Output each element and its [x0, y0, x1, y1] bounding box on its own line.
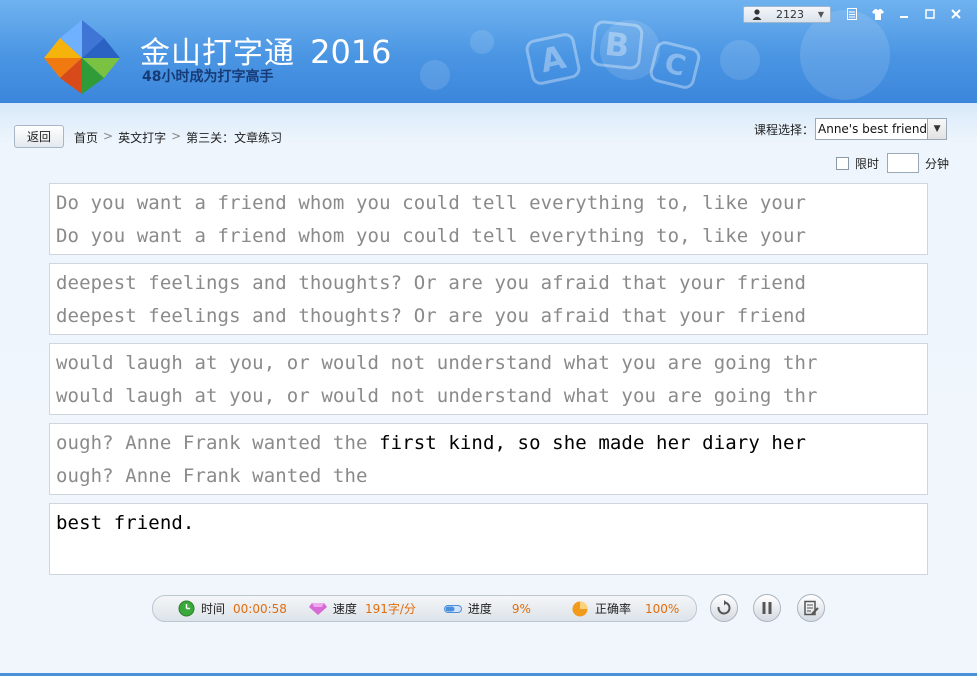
main-content: 返回 首页 > 英文打字 > 第三关：文章练习 课程选择： Anne's bes…: [0, 103, 977, 676]
typed-line[interactable]: Do you want a friend whom you could tell…: [56, 225, 806, 247]
progress-pill-icon: [443, 600, 462, 618]
time-limit-checkbox[interactable]: [836, 156, 849, 170]
typed-line[interactable]: ough? Anne Frank wanted the: [56, 465, 368, 487]
typing-line-panel[interactable]: Do you want a friend whom you could tell…: [49, 183, 928, 255]
source-pending-text: first kind, so she made her diary her: [379, 432, 807, 454]
source-done-text: ough? Anne Frank wanted the: [56, 432, 380, 454]
stat-speed-label: 速度: [332, 602, 357, 616]
course-selected-value: Anne's best friend: [818, 122, 928, 136]
typing-line-panel[interactable]: best friend.: [49, 503, 928, 575]
source-done-text: would laugh at you, or would not underst…: [56, 352, 818, 374]
stat-time: 时间 00:00:58: [177, 600, 287, 618]
breadcrumb-separator: >: [171, 129, 182, 143]
source-done-text: Do you want a friend whom you could tell…: [56, 192, 807, 214]
stat-progress: 进度 9%: [443, 600, 531, 618]
app-header: A B C 金山打字通 2016 48小时成为打字高手 2123 ▼: [0, 0, 977, 103]
pause-icon: [762, 602, 772, 614]
breadcrumb-separator: >: [103, 129, 114, 143]
clock-icon: [177, 600, 195, 618]
typed-line[interactable]: would laugh at you, or would not underst…: [56, 385, 818, 407]
breadcrumb-current: 第三关：文章练习: [186, 131, 283, 145]
pause-button[interactable]: [753, 594, 781, 622]
typed-line[interactable]: deepest feelings and thoughts? Or are yo…: [56, 305, 806, 327]
decor-bubble: [420, 60, 450, 90]
maximize-icon[interactable]: [917, 4, 943, 24]
stat-progress-label: 进度: [467, 602, 492, 616]
user-icon: [750, 8, 764, 20]
time-limit-label: 限时: [855, 156, 880, 171]
letter-block-c: C: [647, 39, 703, 91]
document-icon[interactable]: [839, 4, 865, 24]
restart-button[interactable]: [710, 594, 738, 622]
course-select[interactable]: Anne's best friend ▼: [815, 118, 947, 140]
typing-line-panel-active[interactable]: ough? Anne Frank wanted the first kind, …: [49, 423, 928, 495]
restart-icon: [717, 600, 731, 615]
typing-line-panel[interactable]: would laugh at you, or would not underst…: [49, 343, 928, 415]
user-id: 2123: [776, 7, 804, 21]
stat-accuracy: 正确率 100%: [571, 600, 679, 618]
time-limit: 限时 分钟: [836, 153, 949, 173]
stat-progress-value: 9%: [511, 601, 531, 616]
close-icon[interactable]: [943, 4, 969, 24]
pie-chart-icon: [571, 600, 589, 618]
time-limit-unit: 分钟: [925, 156, 950, 171]
diamond-icon: [308, 600, 327, 618]
stats-bar: 时间 00:00:58 速度 191字/分 进度 9% 正确率 100%: [152, 595, 697, 622]
chevron-down-icon: ▼: [817, 9, 824, 19]
minimize-icon[interactable]: [891, 4, 917, 24]
decor-bubble: [720, 40, 760, 80]
stat-time-value: 00:00:58: [233, 601, 287, 616]
stat-time-label: 时间: [201, 602, 226, 616]
report-icon: [804, 600, 819, 616]
source-pending-text: best friend.: [56, 512, 195, 534]
typing-line-panel[interactable]: deepest feelings and thoughts? Or are yo…: [49, 263, 928, 335]
skin-icon[interactable]: [865, 4, 891, 24]
breadcrumb-english-typing[interactable]: 英文打字: [118, 129, 166, 146]
stat-speed-value: 191字/分: [364, 602, 416, 616]
chevron-down-icon[interactable]: ▼: [927, 119, 946, 139]
breadcrumb-home[interactable]: 首页: [74, 129, 98, 146]
stat-accuracy-label: 正确率: [594, 602, 631, 616]
title-bar-controls: 2123 ▼: [743, 4, 969, 24]
brand: 金山打字通 2016 48小时成为打字高手: [140, 28, 392, 85]
breadcrumb: 首页 > 英文打字 > 第三关：文章练习: [74, 129, 282, 146]
report-button[interactable]: [797, 594, 825, 622]
source-line: deepest feelings and thoughts? Or are yo…: [56, 272, 806, 294]
source-line: ough? Anne Frank wanted the first kind, …: [56, 432, 806, 454]
source-line: best friend.: [56, 512, 194, 534]
stat-speed: 速度 191字/分: [308, 600, 416, 618]
source-line: would laugh at you, or would not underst…: [56, 352, 818, 374]
time-limit-input[interactable]: [887, 153, 920, 173]
source-line: Do you want a friend whom you could tell…: [56, 192, 806, 214]
letter-block-a: A: [523, 31, 583, 87]
back-button[interactable]: 返回: [14, 125, 64, 148]
course-select-label: 课程选择：: [754, 123, 815, 137]
source-done-text: deepest feelings and thoughts? Or are yo…: [56, 272, 807, 294]
user-menu[interactable]: 2123 ▼: [743, 5, 831, 23]
app-year: 2016: [310, 33, 392, 71]
stat-accuracy-value: 100%: [644, 601, 680, 616]
decor-bubble: [470, 30, 494, 54]
letter-block-b: B: [589, 19, 645, 71]
app-logo-icon: [44, 20, 120, 94]
app-slogan: 48小时成为打字高手: [142, 69, 274, 85]
